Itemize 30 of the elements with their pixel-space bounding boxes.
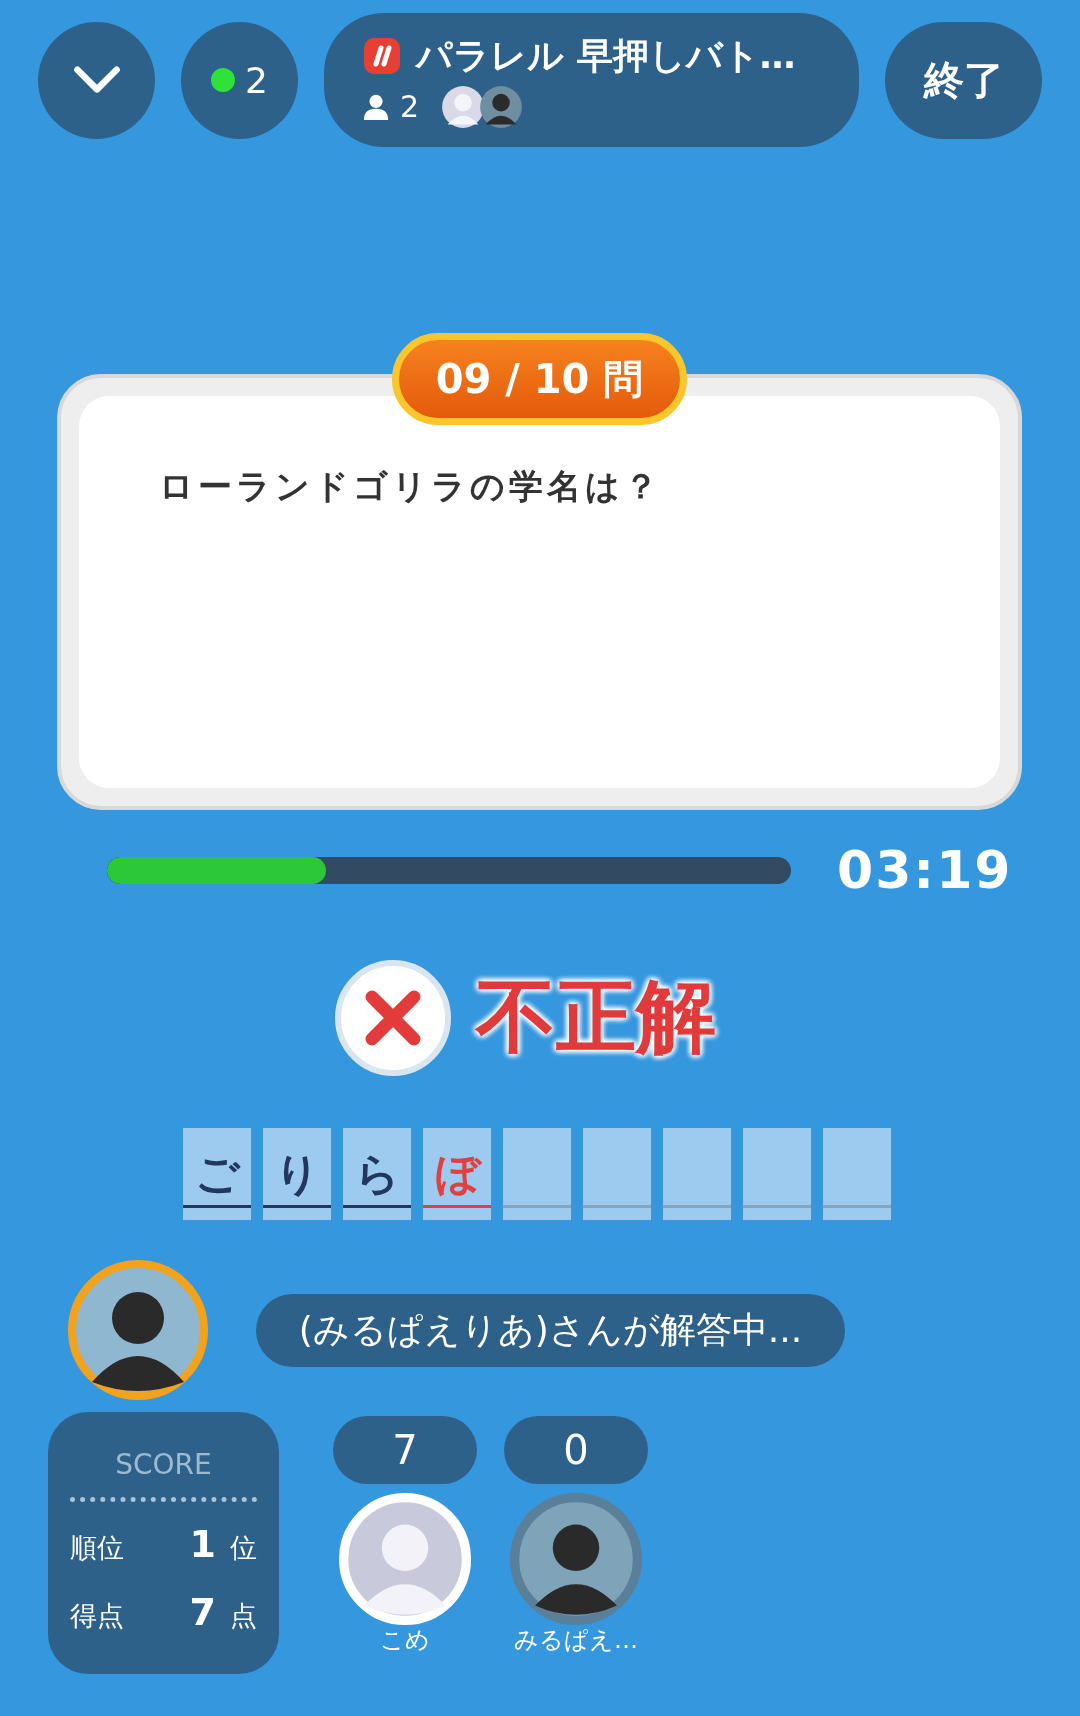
answer-tile: り xyxy=(263,1128,331,1220)
score-title: SCORE xyxy=(114,1448,213,1481)
room-title: パラレル 早押しバト… xyxy=(416,33,796,78)
participant-count: 2 xyxy=(400,89,420,124)
question-counter: 09 / 10 問 xyxy=(392,333,687,425)
player-name: こめ xyxy=(380,1626,430,1655)
score-value: 1 xyxy=(189,1522,216,1566)
timer-text: 03:19 xyxy=(837,840,1013,900)
player-score: 7 xyxy=(333,1416,477,1484)
room-panel[interactable]: パラレル 早押しバト… 2 xyxy=(324,13,859,147)
result-label: 不正解 xyxy=(476,969,716,1065)
score-value: 7 xyxy=(189,1590,216,1634)
score-unit: 点 xyxy=(230,1599,257,1633)
online-count: 2 xyxy=(245,59,268,101)
answering-status: (みるぱえりあ)さんが解答中... xyxy=(256,1293,845,1367)
answer-tile: ぼ xyxy=(423,1128,491,1220)
player-name: みるぱえ… xyxy=(514,1626,638,1655)
score-unit: 位 xyxy=(230,1531,257,1565)
score-label: 得点 xyxy=(70,1599,125,1633)
person-icon xyxy=(362,92,390,121)
avatar xyxy=(479,84,524,129)
online-dot-icon xyxy=(211,68,236,92)
score-label: 順位 xyxy=(70,1531,125,1565)
answer-tile: ご xyxy=(183,1128,251,1220)
chevron-down-icon xyxy=(72,66,121,94)
end-button[interactable]: 終了 xyxy=(885,21,1042,139)
player-score: 0 xyxy=(504,1416,648,1484)
question-text: ローランドゴリラの学名は？ xyxy=(159,465,663,508)
app-icon xyxy=(362,36,402,76)
answer-tile: ら xyxy=(343,1128,411,1220)
